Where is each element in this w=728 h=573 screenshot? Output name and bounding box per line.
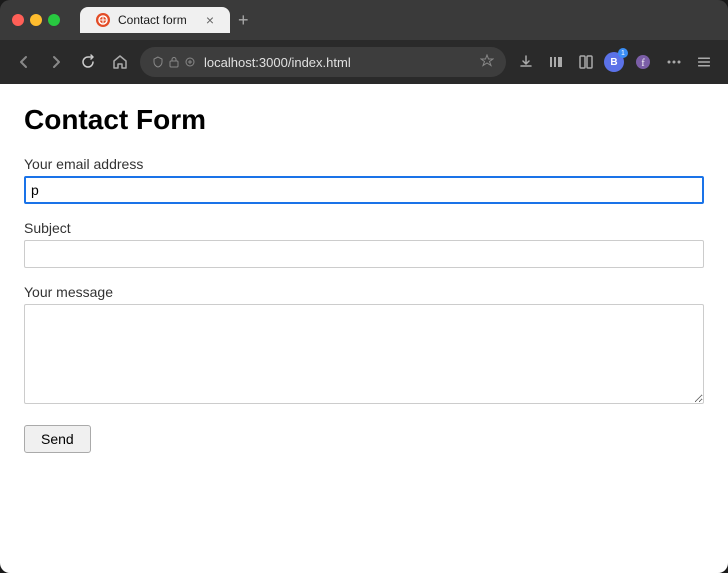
email-input[interactable] — [24, 176, 704, 204]
bookmark-icon[interactable] — [480, 54, 494, 71]
active-tab[interactable]: Contact form × — [80, 7, 230, 33]
email-label: Your email address — [24, 156, 704, 172]
subject-group: Subject — [24, 220, 704, 268]
contact-form: Your email address Subject Your message … — [24, 156, 704, 453]
message-textarea[interactable] — [24, 304, 704, 404]
email-group: Your email address — [24, 156, 704, 204]
page-title: Contact Form — [24, 104, 704, 136]
extension2-icon[interactable]: f — [630, 49, 656, 75]
maximize-window-button[interactable] — [48, 14, 60, 26]
nav-right-icons: B 1 f — [514, 49, 716, 75]
home-button[interactable] — [108, 50, 132, 74]
browser-window: Contact form × + — [0, 0, 728, 573]
tab-close-button[interactable]: × — [206, 13, 214, 27]
close-window-button[interactable] — [12, 14, 24, 26]
tab-title: Contact form — [118, 13, 198, 27]
more-tools-icon[interactable] — [662, 50, 686, 74]
url-text: localhost:3000/index.html — [204, 55, 472, 70]
subject-input[interactable] — [24, 240, 704, 268]
download-icon[interactable] — [514, 50, 538, 74]
menu-icon[interactable] — [692, 50, 716, 74]
minimize-window-button[interactable] — [30, 14, 42, 26]
forward-button[interactable] — [44, 50, 68, 74]
refresh-button[interactable] — [76, 50, 100, 74]
title-bar: Contact form × + — [0, 0, 728, 40]
subject-label: Subject — [24, 220, 704, 236]
new-tab-button[interactable]: + — [230, 10, 257, 31]
back-button[interactable] — [12, 50, 36, 74]
reader-mode-icon[interactable] — [574, 50, 598, 74]
address-bar[interactable]: localhost:3000/index.html — [140, 47, 506, 77]
send-button[interactable]: Send — [24, 425, 91, 453]
tab-favicon-icon — [96, 13, 110, 27]
extension-icon[interactable]: B 1 — [604, 52, 624, 72]
message-group: Your message — [24, 284, 704, 409]
address-bar-security-icons — [152, 56, 196, 68]
message-label: Your message — [24, 284, 704, 300]
page-content: Contact Form Your email address Subject … — [0, 84, 728, 573]
extension-badge: 1 — [618, 48, 628, 58]
tab-bar: Contact form × + — [80, 7, 716, 33]
library-icon[interactable] — [544, 50, 568, 74]
nav-bar: localhost:3000/index.html — [0, 40, 728, 84]
traffic-lights — [12, 14, 60, 26]
